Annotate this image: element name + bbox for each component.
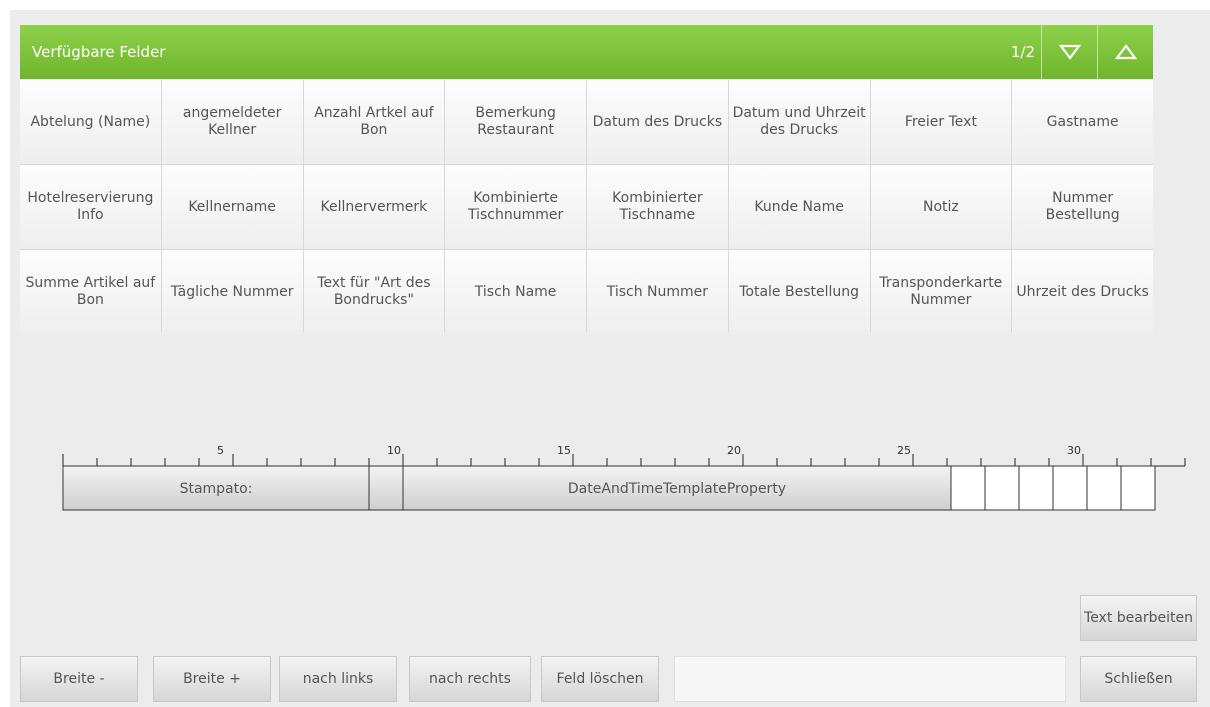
field-tile[interactable]: Tägliche Nummer xyxy=(161,250,303,334)
field-tile[interactable]: Gastname xyxy=(1012,80,1153,164)
ruler-label: 25 xyxy=(897,444,911,457)
field-tile[interactable]: Kunde Name xyxy=(728,165,870,249)
ruler-label: 15 xyxy=(557,444,571,457)
field-tile[interactable]: Hotelreservierung Info xyxy=(20,165,161,249)
move-right-button[interactable]: nach rechts xyxy=(409,656,531,702)
field-tile[interactable]: Datum des Drucks xyxy=(587,80,728,164)
close-button[interactable]: Schließen xyxy=(1080,656,1197,702)
column-ruler: 5 10 15 20 25 30 Stampato: DateAndTimeTemplateP… xyxy=(62,444,1186,511)
field-tile[interactable]: Totale Bestellung xyxy=(728,250,870,334)
field-tile[interactable]: Transponderkarte Nummer xyxy=(870,250,1012,334)
field-tile[interactable]: angemeldeter Kellner xyxy=(161,80,303,164)
field-tile[interactable]: Tisch Name xyxy=(445,250,586,334)
width-decrease-button[interactable]: Breite - xyxy=(20,656,138,702)
ruler-label: 20 xyxy=(727,444,741,457)
field-tile[interactable]: Nummer Bestellung xyxy=(1012,165,1153,249)
ruler-empty-cell[interactable] xyxy=(950,465,986,511)
field-tile[interactable]: Kellnervermerk xyxy=(303,165,445,249)
ruler-empty-cell[interactable] xyxy=(1052,465,1088,511)
ruler-segment-label: Stampato: xyxy=(180,481,253,497)
field-tile[interactable]: Bemerkung Restaurant xyxy=(445,80,586,164)
ruler-empty-cell[interactable] xyxy=(1086,465,1122,511)
available-fields-header: Verfügbare Felder 1/2 xyxy=(20,25,1153,79)
field-tile[interactable]: Notiz xyxy=(870,165,1012,249)
ruler-label: 30 xyxy=(1067,444,1081,457)
ruler-empty-cell[interactable] xyxy=(984,465,1020,511)
move-left-button[interactable]: nach links xyxy=(279,656,397,702)
ruler-segment[interactable] xyxy=(368,465,404,511)
ruler-empty-cell[interactable] xyxy=(1120,465,1156,511)
field-tile[interactable]: Datum und Uhrzeit des Drucks xyxy=(728,80,870,164)
page-up-button[interactable] xyxy=(1097,25,1153,79)
ruler-label: 5 xyxy=(217,444,224,457)
ruler-segment-label: DateAndTimeTemplateProperty xyxy=(568,481,786,497)
field-tile[interactable]: Abtelung (Name) xyxy=(20,80,161,164)
triangle-up-outline-icon xyxy=(1114,44,1137,60)
page-down-button[interactable] xyxy=(1041,25,1097,79)
available-fields-title: Verfügbare Felder xyxy=(32,43,166,61)
field-tile[interactable]: Summe Artikel auf Bon xyxy=(20,250,161,334)
field-tile[interactable]: Anzahl Artkel auf Bon xyxy=(303,80,445,164)
field-text-input[interactable] xyxy=(674,656,1066,702)
width-increase-button[interactable]: Breite + xyxy=(153,656,271,702)
field-tile[interactable]: Kellnername xyxy=(161,165,303,249)
field-tile[interactable]: Freier Text xyxy=(870,80,1012,164)
field-tile[interactable]: Kombinierte Tischnummer xyxy=(445,165,586,249)
available-fields-grid: Abtelung (Name) angemeldeter Kellner Anzah… xyxy=(20,80,1153,334)
field-tile[interactable]: Kombinierter Tischname xyxy=(587,165,728,249)
page-indicator: 1/2 xyxy=(1010,43,1035,61)
edit-text-button[interactable]: Text bearbeiten xyxy=(1080,595,1197,641)
ruler-label: 10 xyxy=(387,444,401,457)
delete-field-button[interactable]: Feld löschen xyxy=(541,656,659,702)
field-tile[interactable]: Text für "Art des Bondrucks" xyxy=(303,250,445,334)
field-tile[interactable]: Uhrzeit des Drucks xyxy=(1012,250,1153,334)
ruler-empty-cell[interactable] xyxy=(1018,465,1054,511)
triangle-down-outline-icon xyxy=(1058,44,1081,60)
field-tile[interactable]: Tisch Nummer xyxy=(587,250,728,334)
